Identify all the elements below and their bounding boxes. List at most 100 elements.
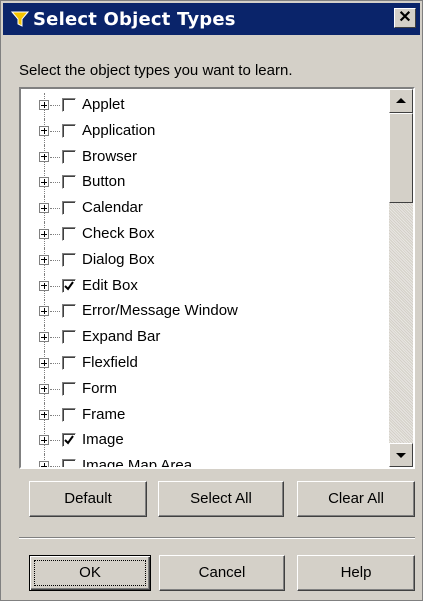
tree-item-checkbox[interactable] [62, 227, 76, 241]
separator [19, 537, 415, 539]
tree-item-label: Check Box [82, 225, 155, 242]
select-all-button-label: Select All [190, 490, 252, 507]
checkmark-icon [64, 281, 74, 291]
tree-item-checkbox[interactable] [62, 407, 76, 422]
plus-expander-icon[interactable] [39, 151, 49, 162]
tree-item-checkbox[interactable] [62, 149, 76, 164]
arrow-down-icon [396, 453, 406, 458]
tree-item[interactable]: Form [21, 376, 389, 403]
cancel-button[interactable]: Cancel [159, 555, 285, 591]
tree-connector-dots [50, 208, 60, 210]
plus-expander-icon[interactable] [39, 461, 49, 467]
tree-view[interactable]: Applet Application Browser Button Calendar Ch… [21, 89, 389, 467]
help-button-label: Help [340, 564, 372, 581]
tree-item-label: Calendar [82, 199, 143, 217]
tree-item[interactable]: Application [21, 118, 389, 145]
window-title: Select Object Types [33, 9, 236, 30]
tree-item[interactable]: Image Map Area [21, 454, 389, 467]
scrollbar-thumb[interactable] [389, 113, 413, 203]
tree-item[interactable]: Edit Box [21, 273, 389, 300]
plus-expander-icon[interactable] [39, 306, 49, 317]
tree-item-label: Form [82, 379, 117, 397]
plus-expander-icon[interactable] [39, 280, 49, 291]
tree-item[interactable]: Calendar [21, 196, 389, 223]
tree-connector-dots [50, 105, 60, 106]
tree-item-checkbox[interactable] [62, 381, 76, 396]
tree-connector-dots [50, 182, 60, 184]
plus-expander-icon[interactable] [39, 229, 49, 239]
tree-item-checkbox[interactable] [62, 356, 76, 370]
tree-item-label: Flexfield [82, 354, 138, 371]
tree-item[interactable]: Check Box [21, 222, 389, 248]
plus-expander-icon[interactable] [39, 332, 49, 343]
plus-expander-icon[interactable] [39, 383, 49, 394]
ok-button[interactable]: OK [29, 555, 151, 591]
scroll-down-button[interactable] [389, 443, 413, 467]
vertical-scrollbar[interactable] [389, 89, 413, 467]
tree-item-checkbox[interactable] [62, 98, 76, 112]
clear-all-button[interactable]: Clear All [297, 481, 415, 517]
tree-item-label: Applet [82, 96, 125, 113]
plus-expander-icon[interactable] [39, 409, 49, 420]
tree-item[interactable]: Applet [21, 93, 389, 119]
tree-item[interactable]: Dialog Box [21, 247, 389, 274]
tree-item-label: Browser [82, 147, 138, 165]
help-button[interactable]: Help [297, 555, 415, 591]
close-button[interactable]: ✕ [394, 8, 416, 28]
tree-item-checkbox[interactable] [62, 252, 76, 267]
cancel-button-label: Cancel [198, 564, 246, 581]
checkmark-icon [64, 435, 74, 445]
scroll-up-button[interactable] [389, 89, 413, 113]
tree-item[interactable]: Error/Message Window [21, 299, 389, 326]
tree-item[interactable]: Image [21, 428, 389, 455]
instruction-text: Select the object types you want to lear… [19, 62, 293, 79]
tree-item[interactable]: Browser [21, 144, 389, 171]
tree-item-label: Error/Message Window [82, 302, 238, 320]
tree-connector-dots [50, 363, 60, 364]
tree-connector-dots [50, 337, 60, 339]
plus-expander-icon[interactable] [39, 100, 49, 110]
close-icon: ✕ [398, 9, 412, 26]
tree-item-label: Button [82, 173, 126, 191]
plus-expander-icon[interactable] [39, 177, 49, 188]
clear-all-button-label: Clear All [328, 490, 384, 507]
tree-connector-dots [50, 388, 60, 390]
tree-item-label: Expand Bar [82, 328, 161, 346]
tree-item-checkbox[interactable] [62, 304, 76, 319]
tree-item-checkbox[interactable] [62, 175, 76, 190]
title-bar[interactable]: Select Object Types ✕ [3, 3, 420, 35]
focus-rectangle [34, 560, 146, 586]
select-all-button[interactable]: Select All [158, 481, 284, 517]
tree-item-checkbox[interactable] [62, 123, 76, 138]
tree-connector-dots [50, 234, 60, 235]
select-object-types-dialog: Select Object Types ✕ Select the object … [0, 0, 423, 601]
tree-item-label: Edit Box [82, 276, 138, 294]
tree-item-checkbox[interactable] [62, 433, 76, 448]
tree-item-checkbox[interactable] [62, 330, 76, 345]
plus-expander-icon[interactable] [39, 254, 49, 265]
tree-connector-dots [50, 311, 60, 313]
plus-expander-icon[interactable] [39, 435, 49, 446]
plus-expander-icon[interactable] [39, 358, 49, 368]
plus-expander-icon[interactable] [39, 203, 49, 214]
object-type-tree[interactable]: Applet Application Browser Button Calendar Ch… [19, 87, 415, 469]
tree-item-checkbox[interactable] [62, 278, 76, 293]
filter-funnel-icon [10, 10, 30, 28]
tree-connector-dots [50, 466, 60, 467]
arrow-up-icon [396, 98, 406, 103]
tree-item-label: Dialog Box [82, 250, 155, 268]
plus-expander-icon[interactable] [39, 125, 49, 136]
default-button-label: Default [64, 490, 112, 507]
tree-connector-dots [50, 156, 60, 158]
tree-item[interactable]: Frame [21, 402, 389, 429]
default-button[interactable]: Default [29, 481, 147, 517]
tree-item-label: Application [82, 121, 156, 139]
tree-connector-dots [50, 130, 60, 132]
tree-item[interactable]: Expand Bar [21, 325, 389, 352]
tree-item-checkbox[interactable] [62, 201, 76, 216]
tree-item[interactable]: Button [21, 170, 389, 197]
tree-item-checkbox[interactable] [62, 459, 76, 467]
tree-connector-dots [50, 440, 60, 442]
tree-item[interactable]: Flexfield [21, 351, 389, 377]
tree-connector-dots [50, 285, 60, 287]
